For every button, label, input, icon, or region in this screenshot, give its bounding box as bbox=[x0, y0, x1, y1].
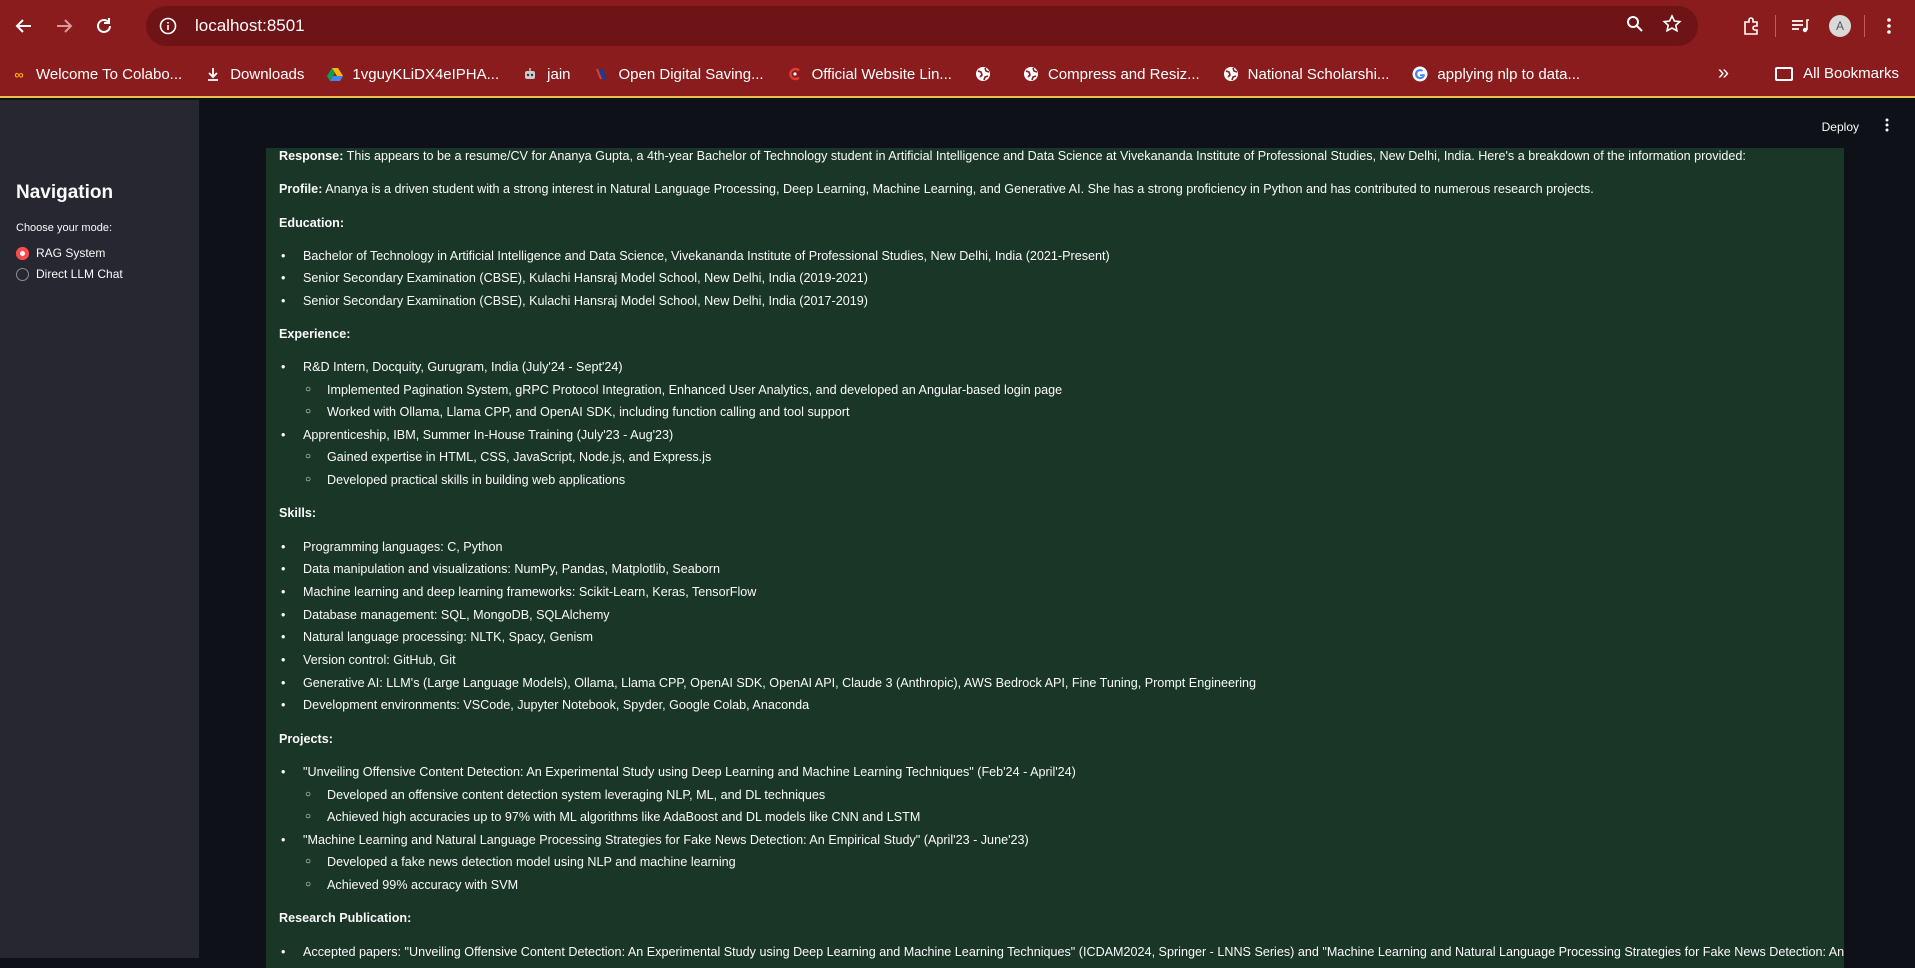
mode-label: Choose your mode: bbox=[16, 222, 112, 234]
list-item: "Unveiling Offensive Content Detection: … bbox=[281, 763, 1076, 781]
globe-icon bbox=[1022, 65, 1040, 83]
list-item: Data manipulation and visualizations: Nu… bbox=[281, 560, 720, 578]
list-item: Programming languages: C, Python bbox=[281, 538, 502, 556]
google-icon bbox=[1411, 65, 1429, 83]
deploy-button[interactable]: Deploy bbox=[1822, 120, 1859, 134]
bank-icon bbox=[593, 65, 611, 83]
list-item: Senior Secondary Examination (CBSE), Kul… bbox=[281, 269, 868, 287]
sidebar-title: Navigation bbox=[16, 182, 114, 203]
browser-toolbar: localhost:8501 A bbox=[0, 0, 1915, 52]
zoom-icon[interactable] bbox=[1626, 15, 1644, 38]
bookmark-compress-resize[interactable]: Compress and Resiz... bbox=[1022, 65, 1200, 83]
site-info-icon[interactable] bbox=[153, 11, 183, 41]
radio-rag-system[interactable]: RAG System bbox=[16, 246, 105, 260]
bookmark-downloads[interactable]: Downloads bbox=[204, 65, 304, 83]
bookmark-jain[interactable]: jain bbox=[521, 65, 571, 83]
list-item: Worked with Ollama, Llama CPP, and OpenA… bbox=[305, 403, 849, 421]
main-content: Deploy Response: This appears to be a re… bbox=[199, 100, 1915, 968]
list-item: Achieved 99% accuracy with SVM bbox=[305, 876, 518, 894]
list-item: Gained expertise in HTML, CSS, JavaScrip… bbox=[305, 448, 711, 466]
education-heading: Education: bbox=[279, 216, 345, 230]
sidebar: Navigation Choose your mode: RAG System … bbox=[0, 100, 199, 958]
bookmark-globe[interactable] bbox=[974, 65, 1000, 83]
projects-heading: Projects: bbox=[279, 732, 333, 746]
list-item: Machine learning and deep learning frame… bbox=[281, 583, 756, 601]
globe-icon bbox=[1222, 65, 1240, 83]
address-bar[interactable]: localhost:8501 bbox=[146, 6, 1698, 46]
robot-icon bbox=[521, 65, 539, 83]
forward-icon[interactable] bbox=[46, 8, 82, 44]
toolbar-separator bbox=[1864, 15, 1865, 37]
back-icon[interactable] bbox=[6, 8, 42, 44]
bookmark-official-website[interactable]: Official Website Lin... bbox=[786, 65, 952, 83]
app-menu-icon[interactable] bbox=[1885, 118, 1889, 135]
media-controls-icon[interactable] bbox=[1780, 6, 1820, 46]
bookmark-digital-saving[interactable]: Open Digital Saving... bbox=[593, 65, 764, 83]
list-item: "Machine Learning and Natural Language P… bbox=[281, 831, 1029, 849]
list-item: R&D Intern, Docquity, Gurugram, India (J… bbox=[281, 358, 623, 376]
google-drive-icon bbox=[326, 65, 344, 83]
bookmark-national-scholarship[interactable]: National Scholarshi... bbox=[1222, 65, 1389, 83]
profile-avatar[interactable]: A bbox=[1820, 6, 1860, 46]
list-item: Apprenticeship, IBM, Summer In-House Tra… bbox=[281, 426, 673, 444]
list-item: Developed an offensive content detection… bbox=[305, 786, 825, 804]
bookmarks-bar: ∞ Welcome To Colabo... Downloads 1vguyKL… bbox=[0, 52, 1915, 98]
list-item: Generative AI: LLM's (Large Language Mod… bbox=[281, 674, 1256, 692]
folder-icon bbox=[1775, 66, 1794, 81]
list-item: Development environments: VSCode, Jupyte… bbox=[281, 696, 809, 714]
response-intro: Response: This appears to be a resume/CV… bbox=[279, 149, 1746, 163]
link-icon bbox=[786, 65, 804, 83]
colab-icon: ∞ bbox=[14, 66, 24, 82]
skills-heading: Skills: bbox=[279, 506, 317, 520]
list-item: Achieved high accuracies up to 97% with … bbox=[305, 808, 920, 826]
experience-heading: Experience: bbox=[279, 327, 351, 341]
browser-menu-icon[interactable] bbox=[1869, 6, 1909, 46]
list-item: Database management: SQL, MongoDB, SQLAl… bbox=[281, 606, 610, 624]
bookmark-colab[interactable]: ∞ Welcome To Colabo... bbox=[10, 65, 182, 83]
bookmark-star-icon[interactable] bbox=[1662, 13, 1682, 39]
list-item: Developed a fake news detection model us… bbox=[305, 853, 736, 871]
download-icon bbox=[204, 65, 222, 83]
list-item: Accepted papers: "Unveiling Offensive Co… bbox=[281, 943, 1844, 961]
reload-icon[interactable] bbox=[86, 8, 122, 44]
response-profile: Profile: Ananya is a driven student with… bbox=[279, 182, 1594, 196]
toolbar-separator bbox=[1775, 15, 1776, 37]
list-item: Bachelor of Technology in Artificial Int… bbox=[281, 247, 1110, 265]
list-item: Natural language processing: NLTK, Spacy… bbox=[281, 628, 593, 646]
globe-icon bbox=[974, 65, 992, 83]
extensions-icon[interactable] bbox=[1731, 6, 1771, 46]
radio-direct-llm-chat[interactable]: Direct LLM Chat bbox=[16, 267, 123, 281]
more-bookmarks-icon[interactable]: » bbox=[1718, 62, 1729, 85]
all-bookmarks-button[interactable]: All Bookmarks bbox=[1775, 65, 1899, 82]
radio-unselected-icon[interactable] bbox=[16, 267, 29, 281]
research-heading: Research Publication: bbox=[279, 911, 412, 925]
list-item: Senior Secondary Examination (CBSE), Kul… bbox=[281, 292, 868, 310]
list-item: Developed practical skills in building w… bbox=[305, 471, 625, 489]
radio-selected-icon[interactable] bbox=[16, 246, 29, 260]
list-item: Implemented Pagination System, gRPC Prot… bbox=[305, 381, 1062, 399]
bookmark-drive[interactable]: 1vguyKLiDX4eIPHA... bbox=[326, 65, 499, 83]
list-item: Version control: GitHub, Git bbox=[281, 651, 456, 669]
response-box: Response: This appears to be a resume/CV… bbox=[266, 148, 1844, 968]
bookmark-applying-nlp[interactable]: applying nlp to data... bbox=[1411, 65, 1580, 83]
url-text[interactable]: localhost:8501 bbox=[195, 16, 305, 36]
